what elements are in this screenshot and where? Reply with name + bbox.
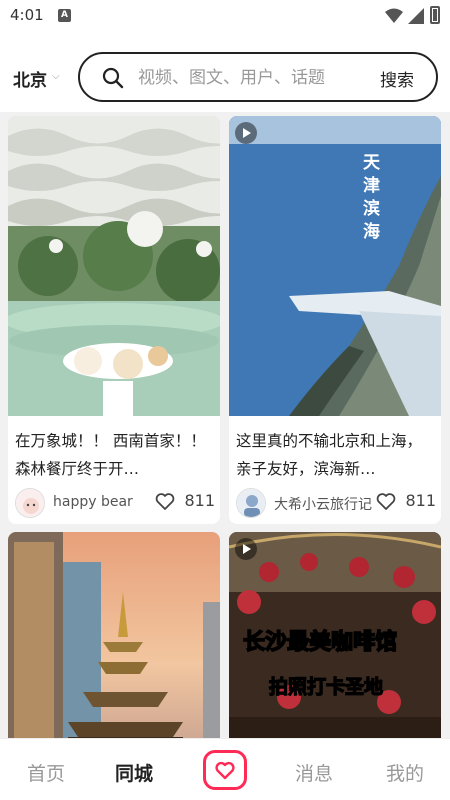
feed-card[interactable]: 长沙最美咖啡馆 拍照打卡圣地	[229, 532, 441, 738]
bottom-nav: 首页 同城 消息 我的	[0, 738, 450, 800]
tab-messages[interactable]: 消息	[295, 759, 333, 786]
status-time: 4:01	[10, 6, 44, 24]
city-selector[interactable]: 北京	[13, 66, 47, 91]
image-text-line-1: 长沙最美咖啡馆	[242, 629, 398, 656]
avatar[interactable]	[236, 488, 266, 518]
tianjin-coast-image	[229, 116, 441, 416]
notification-icon: A	[58, 9, 71, 22]
like-count: 811	[405, 491, 436, 510]
chevron-down-icon[interactable]: ⌵	[52, 71, 60, 82]
card-author[interactable]: 大希小云旅行记 811	[236, 488, 436, 518]
like-count: 811	[184, 491, 215, 510]
battery-icon	[430, 6, 440, 24]
image-text-line-2: 拍照打卡圣地	[268, 675, 384, 698]
heart-post-icon	[215, 761, 235, 780]
wifi-icon	[385, 8, 403, 23]
author-name[interactable]: happy bear	[53, 494, 133, 510]
heart-icon[interactable]	[155, 493, 175, 511]
heart-icon[interactable]	[376, 493, 396, 511]
post-button[interactable]	[203, 750, 247, 790]
feed-card[interactable]	[8, 532, 220, 738]
card-author[interactable]: happy bear 811	[15, 488, 215, 518]
author-name[interactable]: 大希小云旅行记	[274, 494, 372, 514]
feed-card[interactable]: 天津滨海 这里真的不输北京和上海，亲子友好，滨海新… 大希小云旅行记 811	[229, 116, 441, 524]
card-image[interactable]	[8, 116, 220, 416]
search-button[interactable]: 搜索	[380, 66, 414, 91]
header: 北京 ⌵ 搜索	[0, 32, 450, 112]
feed-card[interactable]: 在万象城！！ 西南首家！！ 森林餐厅终于开… happy bear 811	[8, 116, 220, 524]
avatar[interactable]	[15, 488, 45, 518]
pagoda-sunset-image	[8, 532, 220, 738]
card-image[interactable]: 天津滨海	[229, 116, 441, 416]
forest-restaurant-image	[8, 116, 220, 416]
cellular-icon	[408, 8, 424, 24]
tab-local[interactable]: 同城	[115, 759, 153, 786]
video-play-icon[interactable]	[235, 538, 257, 560]
feed: 在万象城！！ 西南首家！！ 森林餐厅终于开… happy bear 811 天津…	[0, 112, 450, 738]
card-title[interactable]: 这里真的不输北京和上海，亲子友好，滨海新…	[236, 427, 432, 483]
search-icon	[102, 67, 124, 89]
card-title[interactable]: 在万象城！！ 西南首家！！ 森林餐厅终于开…	[15, 427, 211, 483]
tab-home[interactable]: 首页	[27, 759, 65, 786]
video-play-icon[interactable]	[235, 122, 257, 144]
search-input[interactable]	[138, 64, 358, 92]
status-bar: 4:01 A	[0, 0, 450, 32]
search-bar[interactable]: 搜索	[78, 52, 438, 102]
card-image[interactable]: 长沙最美咖啡馆 拍照打卡圣地	[229, 532, 441, 738]
card-image[interactable]	[8, 532, 220, 738]
tab-me[interactable]: 我的	[386, 759, 424, 786]
image-text: 天津滨海	[363, 153, 380, 242]
